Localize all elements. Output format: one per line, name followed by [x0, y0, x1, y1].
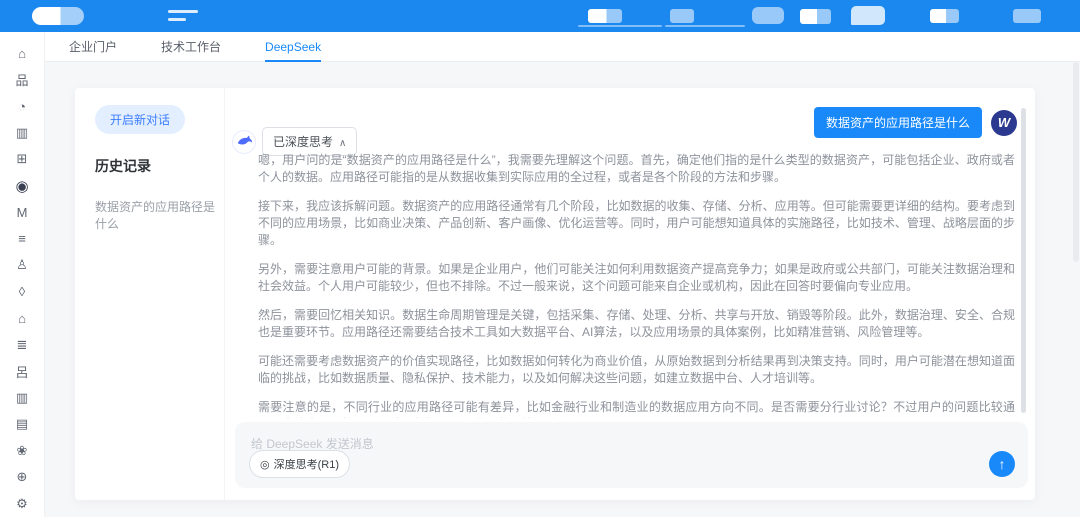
home-alt-icon[interactable]: ⌂ — [0, 305, 45, 332]
chat-scrollbar[interactable] — [1021, 108, 1026, 413]
flower-icon[interactable]: ❀ — [0, 438, 45, 465]
chevron-up-icon: ∧ — [339, 138, 346, 149]
answer-paragraph: 然后，需要回忆相关知识。数据生命周期管理是关键，包括采集、存储、处理、分析、共享… — [258, 307, 1015, 341]
app-logo — [32, 7, 84, 25]
history-panel: 开启新对话 历史记录 数据资产的应用路径是什么 — [75, 88, 225, 500]
nav-item-blurred[interactable] — [752, 7, 784, 24]
message-bubble-icon[interactable] — [851, 6, 885, 25]
folder-open-icon[interactable]: ▤ — [0, 411, 45, 438]
tab-deepseek[interactable]: DeepSeek — [265, 32, 321, 62]
nav-item-blurred[interactable] — [930, 9, 959, 23]
chat-card: 开启新对话 历史记录 数据资产的应用路径是什么 数据资产的应用路径是什么 W 已… — [75, 88, 1035, 500]
nav-item-blurred[interactable] — [1013, 9, 1041, 23]
user-avatar: W — [991, 110, 1017, 136]
answer-paragraph: 需要注意的是，不同行业的应用路径可能有差异，比如金融行业和制造业的数据应用方向不… — [258, 399, 1015, 418]
user-message-bubble[interactable]: 数据资产的应用路径是什么 — [814, 107, 982, 138]
send-button[interactable]: ↑ — [989, 451, 1015, 477]
folder-add-icon[interactable]: ⊞ — [0, 146, 45, 173]
menu-toggle-icon[interactable] — [168, 10, 198, 22]
user-message-row: 数据资产的应用路径是什么 W — [814, 107, 1017, 138]
letter-m-icon[interactable]: M — [0, 199, 45, 226]
nav-item-blurred[interactable] — [588, 9, 622, 23]
app-logo-icon[interactable]: ◉ — [0, 173, 45, 200]
history-item[interactable]: 数据资产的应用路径是什么 — [95, 198, 224, 232]
hierarchy-icon[interactable]: 呂 — [0, 358, 45, 385]
nav-underline — [578, 25, 662, 27]
gear-icon[interactable]: ⚙ — [0, 491, 45, 517]
barcode-icon[interactable]: ▥ — [0, 120, 45, 147]
answer-paragraph: 接下来，我应该拆解问题。数据资产的应用路径通常有几个阶段，比如数据的收集、存储、… — [258, 198, 1015, 249]
tab-bar: 企业门户 技术工作台 DeepSeek — [45, 32, 1080, 62]
deep-think-icon: ◎ — [260, 458, 270, 471]
deep-think-mode-button[interactable]: ◎ 深度思考(R1) — [249, 450, 350, 478]
list-icon[interactable]: ≡ — [0, 226, 45, 253]
arrow-up-icon: ↑ — [999, 456, 1006, 472]
shield-icon[interactable]: ◊ — [0, 279, 45, 306]
deep-think-label: 深度思考(R1) — [274, 456, 339, 472]
pie-chart-icon[interactable]: ◔ — [0, 93, 45, 120]
page-scrollbar[interactable] — [1073, 62, 1079, 262]
globe-icon[interactable]: ⊕ — [0, 464, 45, 491]
history-title: 历史记录 — [95, 156, 224, 176]
barcode-alt-icon[interactable]: ▥ — [0, 385, 45, 412]
user-icon[interactable]: ♙ — [0, 252, 45, 279]
tab-enterprise-portal[interactable]: 企业门户 — [69, 32, 117, 62]
nav-item-blurred[interactable] — [670, 9, 694, 23]
answer-paragraph: 另外，需要注意用户可能的背景。如果是企业用户，他们可能关注如何利用数据资产提高竞… — [258, 261, 1015, 295]
nav-underline — [665, 25, 745, 27]
nav-item-blurred[interactable] — [800, 9, 831, 24]
top-navigation-bar — [0, 0, 1080, 32]
deepseek-whale-icon — [232, 130, 256, 154]
answer-paragraph: 可能还需要考虑数据资产的价值实现路径，比如数据如何转化为商业价值，从原始数据到分… — [258, 353, 1015, 387]
org-chart-icon[interactable]: 品 — [0, 67, 45, 94]
new-chat-button[interactable]: 开启新对话 — [95, 105, 185, 134]
home-icon[interactable]: ⌂ — [0, 40, 45, 67]
assistant-answer: 嗯，用户问的是“数据资产的应用路径是什么”，我需要先理解这个问题。首先，确定他们… — [258, 152, 1015, 418]
tab-tech-workbench[interactable]: 技术工作台 — [161, 32, 221, 62]
layers-icon[interactable]: ≣ — [0, 332, 45, 359]
deep-thought-label: 已深度思考 — [273, 135, 333, 149]
message-input-box[interactable]: 给 DeepSeek 发送消息 ◎ 深度思考(R1) ↑ — [235, 422, 1028, 488]
answer-paragraph: 嗯，用户问的是“数据资产的应用路径是什么”，我需要先理解这个问题。首先，确定他们… — [258, 152, 1015, 186]
left-icon-sidebar: ⌂ 品 ◔ ▥ ⊞ ◉ M ≡ ♙ ◊ ⌂ ≣ 呂 ▥ ▤ ❀ ⊕ ⚙ — [0, 32, 45, 517]
